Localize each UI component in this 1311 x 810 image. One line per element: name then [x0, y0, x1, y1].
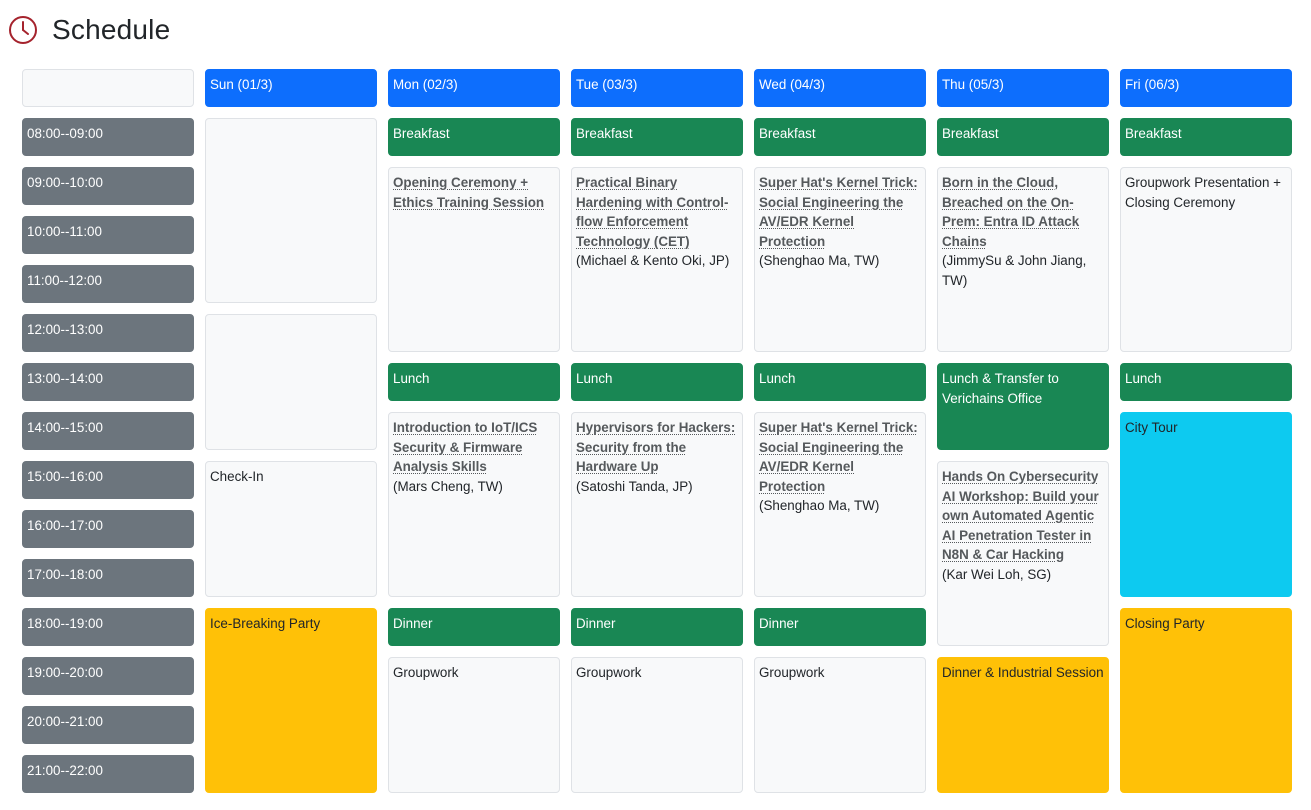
day-header-wed: Wed (04/3): [754, 69, 926, 107]
speaker-label: (Shenghao Ma, TW): [759, 498, 880, 513]
talk-link-hypervisors[interactable]: Hypervisors for Hackers: Security from t…: [576, 418, 738, 477]
speaker-label: (JimmySu & John Jiang, TW): [942, 253, 1087, 288]
speaker-label: (Michael & Kento Oki, JP): [576, 253, 730, 268]
day-header-mon: Mon (02/3): [388, 69, 560, 107]
talk-link-iot-ics[interactable]: Introduction to IoT/ICS Security & Firmw…: [393, 418, 555, 477]
event-tue-dinner: Dinner: [571, 608, 743, 646]
event-thu-cloud: Born in the Cloud, Breached on the On-Pr…: [937, 167, 1109, 352]
time-slot: 18:00--19:00: [22, 608, 194, 646]
event-wed-kernel-pm: Super Hat's Kernel Trick: Social Enginee…: [754, 412, 926, 597]
day-header-fri: Fri (06/3): [1120, 69, 1292, 107]
event-wed-groupwork: Groupwork: [754, 657, 926, 793]
time-slot: 12:00--13:00: [22, 314, 194, 352]
time-slot: 19:00--20:00: [22, 657, 194, 695]
event-fri-closing-ceremony: Groupwork Presentation + Closing Ceremon…: [1120, 167, 1292, 352]
talk-link-entra-id[interactable]: Born in the Cloud, Breached on the On-Pr…: [942, 173, 1104, 251]
talk-link-binary-hardening[interactable]: Practical Binary Hardening with Control-…: [576, 173, 738, 251]
day-header-tue: Tue (03/3): [571, 69, 743, 107]
speaker-label: (Shenghao Ma, TW): [759, 253, 880, 268]
time-slot: 11:00--12:00: [22, 265, 194, 303]
event-tue-lunch: Lunch: [571, 363, 743, 401]
time-slot: 16:00--17:00: [22, 510, 194, 548]
grid-corner: [22, 69, 194, 107]
time-slot: 15:00--16:00: [22, 461, 194, 499]
time-slot: 21:00--22:00: [22, 755, 194, 793]
speaker-label: (Kar Wei Loh, SG): [942, 566, 1052, 582]
talk-link-kernel-trick-am[interactable]: Super Hat's Kernel Trick: Social Enginee…: [759, 173, 921, 251]
event-mon-lunch: Lunch: [388, 363, 560, 401]
time-slot: 14:00--15:00: [22, 412, 194, 450]
event-sun-checkin: Check-In: [205, 461, 377, 597]
event-wed-dinner: Dinner: [754, 608, 926, 646]
event-fri-closing-party: Closing Party: [1120, 608, 1292, 793]
clock-icon: [9, 16, 37, 44]
time-slot: 08:00--09:00: [22, 118, 194, 156]
event-wed-lunch: Lunch: [754, 363, 926, 401]
time-slot: 17:00--18:00: [22, 559, 194, 597]
event-thu-breakfast: Breakfast: [937, 118, 1109, 156]
time-slot: 09:00--10:00: [22, 167, 194, 205]
page-header: Schedule: [8, 10, 170, 50]
schedule-grid: Sun (01/3) Mon (02/3) Tue (03/3) Wed (04…: [22, 69, 1292, 793]
event-mon-groupwork: Groupwork: [388, 657, 560, 793]
talk-link-kernel-trick-pm[interactable]: Super Hat's Kernel Trick: Social Enginee…: [759, 418, 921, 496]
speaker-label: (Mars Cheng, TW): [393, 478, 503, 494]
event-sun-midday-empty: [205, 314, 377, 450]
event-thu-lunch-transfer: Lunch & Transfer to Verichains Office: [937, 363, 1109, 450]
event-fri-lunch: Lunch: [1120, 363, 1292, 401]
event-tue-groupwork: Groupwork: [571, 657, 743, 793]
time-slot: 10:00--11:00: [22, 216, 194, 254]
event-mon-opening: Opening Ceremony + Ethics Training Sessi…: [388, 167, 560, 352]
talk-link-opening-ceremony[interactable]: Opening Ceremony + Ethics Training Sessi…: [393, 173, 555, 212]
day-header-sun: Sun (01/3): [205, 69, 377, 107]
event-thu-workshop: Hands On Cybersecurity AI Workshop: Buil…: [937, 461, 1109, 646]
event-tue-hypervisors: Hypervisors for Hackers: Security from t…: [571, 412, 743, 597]
event-mon-breakfast: Breakfast: [388, 118, 560, 156]
day-header-thu: Thu (05/3): [937, 69, 1109, 107]
event-sun-ice-breaking-party: Ice-Breaking Party: [205, 608, 377, 793]
event-wed-breakfast: Breakfast: [754, 118, 926, 156]
event-tue-breakfast: Breakfast: [571, 118, 743, 156]
time-slot: 20:00--21:00: [22, 706, 194, 744]
event-fri-breakfast: Breakfast: [1120, 118, 1292, 156]
event-wed-kernel-am: Super Hat's Kernel Trick: Social Enginee…: [754, 167, 926, 352]
event-tue-binary: Practical Binary Hardening with Control-…: [571, 167, 743, 352]
time-slot: 13:00--14:00: [22, 363, 194, 401]
speaker-label: (Satoshi Tanda, JP): [576, 478, 693, 494]
event-sun-morning-empty: [205, 118, 377, 303]
event-mon-iot: Introduction to IoT/ICS Security & Firmw…: [388, 412, 560, 597]
event-fri-city-tour: City Tour: [1120, 412, 1292, 597]
event-mon-dinner: Dinner: [388, 608, 560, 646]
event-thu-dinner-industrial: Dinner & Industrial Session: [937, 657, 1109, 793]
talk-link-ai-workshop[interactable]: Hands On Cybersecurity AI Workshop: Buil…: [942, 467, 1104, 565]
page-title: Schedule: [52, 14, 171, 45]
